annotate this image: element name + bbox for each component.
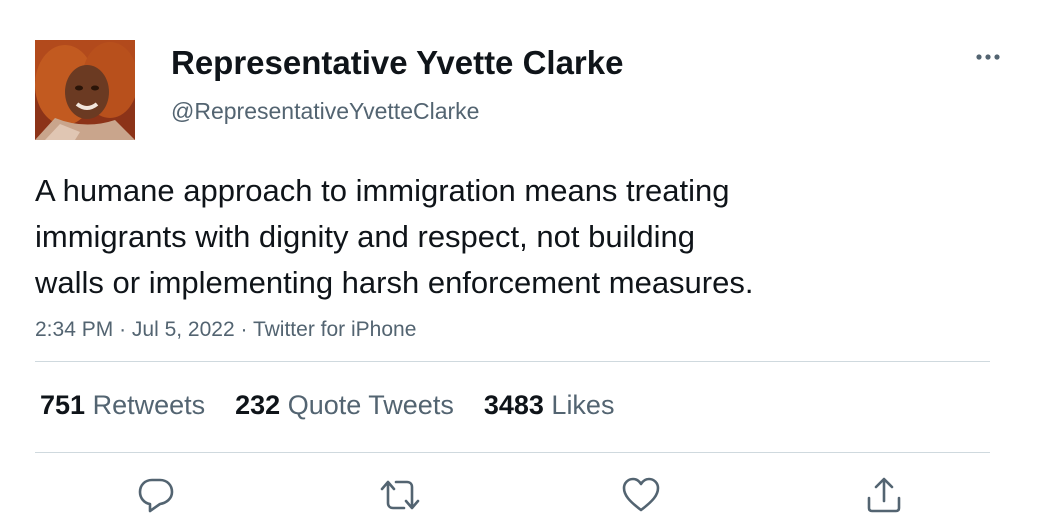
likes-count: 3483 xyxy=(483,390,544,420)
retweets-label: Retweets xyxy=(92,390,206,420)
tweet-text: A humane approach to immigration means t… xyxy=(35,168,915,306)
retweets-stat[interactable]: 751 Retweets xyxy=(40,385,205,425)
more-horizontal-icon xyxy=(976,54,1000,60)
avatar[interactable] xyxy=(35,40,135,140)
like-button[interactable] xyxy=(619,473,663,517)
divider xyxy=(35,452,990,453)
tweet-date[interactable]: Jul 5, 2022 xyxy=(132,318,235,341)
retweets-count: 751 xyxy=(40,390,86,420)
tweet-text-line: walls or implementing harsh enforcement … xyxy=(35,265,754,300)
profile-photo xyxy=(35,40,135,140)
author-handle[interactable]: @RepresentativeYvetteClarke xyxy=(171,96,479,126)
tweet-stats: 751 Retweets 232 Quote Tweets 3483 Likes xyxy=(40,385,614,425)
reply-icon xyxy=(138,478,174,513)
tweet-text-line: A humane approach to immigration means t… xyxy=(35,173,730,208)
tweet-meta: 2:34 PM · Jul 5, 2022 · Twitter for iPho… xyxy=(35,315,416,345)
share-icon xyxy=(867,477,901,513)
quote-tweets-stat[interactable]: 232 Quote Tweets xyxy=(235,385,454,425)
divider xyxy=(35,361,990,362)
share-button[interactable] xyxy=(862,473,906,517)
tweet-source[interactable]: Twitter for iPhone xyxy=(253,318,416,341)
likes-label: Likes xyxy=(551,390,615,420)
retweet-icon xyxy=(380,480,420,510)
quote-tweets-label: Quote Tweets xyxy=(287,390,454,420)
reply-button[interactable] xyxy=(134,473,178,517)
author-display-name[interactable]: Representative Yvette Clarke xyxy=(171,43,623,83)
tweet-text-line: immigrants with dignity and respect, not… xyxy=(35,219,695,254)
meta-separator: · xyxy=(240,318,248,341)
like-icon xyxy=(622,477,660,512)
quote-tweets-count: 232 xyxy=(235,390,281,420)
retweet-button[interactable] xyxy=(378,473,422,517)
tweet-time[interactable]: 2:34 PM xyxy=(35,318,113,341)
meta-separator: · xyxy=(119,318,127,341)
more-options-button[interactable] xyxy=(968,42,1008,72)
likes-stat[interactable]: 3483 Likes xyxy=(484,385,615,425)
